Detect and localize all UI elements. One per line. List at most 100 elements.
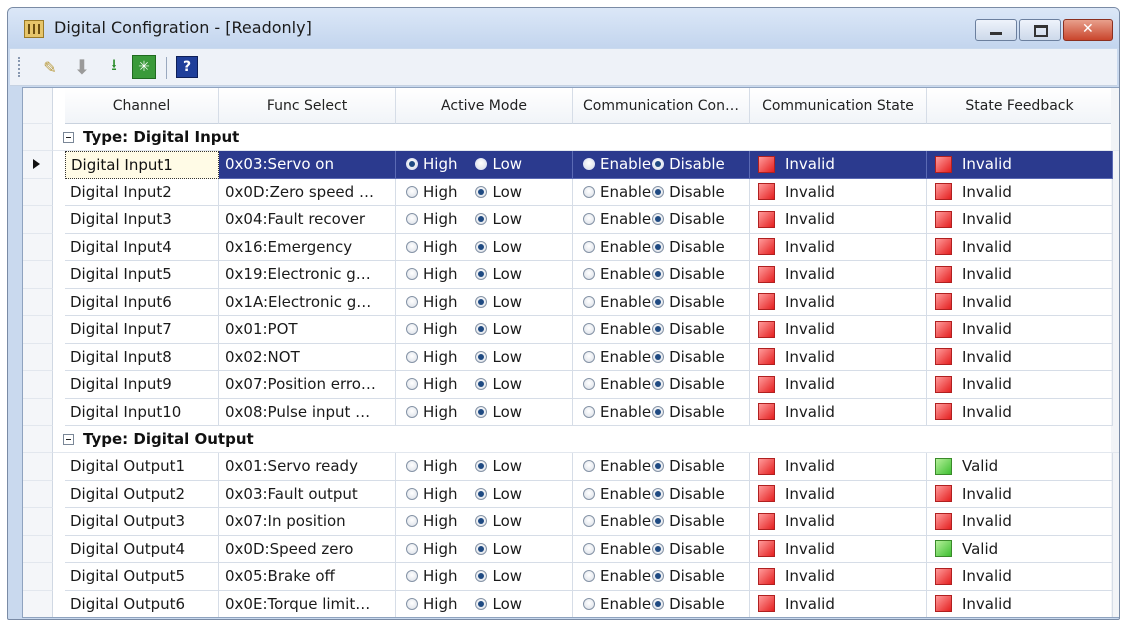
channel-cell[interactable]: Digital Input10 bbox=[65, 398, 219, 426]
column-header-func-select[interactable]: Func Select bbox=[219, 88, 396, 124]
comm-disable-radio[interactable] bbox=[652, 460, 665, 473]
active-low-radio[interactable] bbox=[475, 350, 488, 363]
config-grid[interactable]: Channel Func Select Active Mode Communic… bbox=[22, 87, 1119, 618]
channel-cell[interactable]: Digital Output4 bbox=[65, 535, 219, 563]
minimize-button[interactable] bbox=[975, 19, 1017, 41]
maximize-button[interactable] bbox=[1019, 19, 1061, 41]
row-header[interactable] bbox=[23, 233, 53, 261]
active-high-radio[interactable] bbox=[406, 597, 418, 610]
func-select-cell[interactable]: 0x16:Emergency bbox=[219, 233, 396, 261]
channel-cell[interactable]: Digital Input8 bbox=[65, 343, 219, 371]
table-row[interactable]: Digital Input3 0x04:Fault recover High Low E… bbox=[53, 206, 1119, 234]
active-low-radio[interactable] bbox=[475, 268, 488, 281]
func-select-cell[interactable]: 0x07:In position bbox=[219, 508, 396, 536]
row-header[interactable] bbox=[23, 563, 53, 591]
active-low-radio[interactable] bbox=[475, 295, 488, 308]
comm-disable-radio[interactable] bbox=[652, 515, 665, 528]
active-high-radio[interactable] bbox=[406, 487, 418, 500]
comm-disable-radio[interactable] bbox=[652, 158, 665, 171]
channel-cell[interactable]: Digital Input6 bbox=[65, 288, 219, 316]
func-select-cell[interactable]: 0x0E:Torque limit… bbox=[219, 590, 396, 617]
active-high-radio[interactable] bbox=[406, 405, 418, 418]
comm-enable-radio[interactable] bbox=[583, 295, 595, 308]
table-row[interactable]: Digital Output4 0x0D:Speed zero High Low Ena… bbox=[53, 535, 1119, 563]
comm-disable-radio[interactable] bbox=[652, 378, 665, 391]
active-low-radio[interactable] bbox=[475, 185, 488, 198]
func-select-cell[interactable]: 0x1A:Electronic g… bbox=[219, 288, 396, 316]
table-row[interactable]: Digital Input1 0x03:Servo on High Low Enable… bbox=[53, 151, 1119, 179]
comm-disable-radio[interactable] bbox=[652, 405, 665, 418]
comm-enable-radio[interactable] bbox=[583, 542, 595, 555]
func-select-cell[interactable]: 0x02:NOT bbox=[219, 343, 396, 371]
comm-enable-radio[interactable] bbox=[583, 185, 595, 198]
pencil-edit-icon[interactable]: ✎ bbox=[38, 55, 62, 79]
row-header[interactable] bbox=[23, 288, 53, 316]
func-select-cell[interactable]: 0x01:Servo ready bbox=[219, 453, 396, 481]
table-row[interactable]: Digital Input8 0x02:NOT High Low Enable Disab… bbox=[53, 343, 1119, 371]
active-high-radio[interactable] bbox=[406, 240, 418, 253]
row-header[interactable] bbox=[23, 206, 53, 234]
active-low-radio[interactable] bbox=[475, 460, 488, 473]
channel-cell[interactable]: Digital Input5 bbox=[65, 261, 219, 289]
active-low-radio[interactable] bbox=[475, 378, 488, 391]
active-high-radio[interactable] bbox=[406, 268, 418, 281]
current-row-indicator-icon[interactable] bbox=[23, 151, 53, 179]
active-high-radio[interactable] bbox=[406, 570, 418, 583]
active-low-radio[interactable] bbox=[475, 515, 488, 528]
comm-disable-radio[interactable] bbox=[652, 570, 665, 583]
table-row[interactable]: Digital Input10 0x08:Pulse input … High Low… bbox=[53, 398, 1119, 426]
active-low-radio[interactable] bbox=[475, 487, 488, 500]
column-header-channel[interactable]: Channel bbox=[65, 88, 219, 124]
channel-cell[interactable]: Digital Input1 bbox=[65, 151, 219, 179]
active-low-radio[interactable] bbox=[475, 405, 488, 418]
func-select-cell[interactable]: 0x04:Fault recover bbox=[219, 206, 396, 234]
table-row[interactable]: Digital Input7 0x01:POT High Low Enable Disab… bbox=[53, 316, 1119, 344]
comm-enable-radio[interactable] bbox=[583, 570, 595, 583]
channel-cell[interactable]: Digital Input3 bbox=[65, 206, 219, 234]
comm-enable-radio[interactable] bbox=[583, 460, 595, 473]
channel-cell[interactable]: Digital Output1 bbox=[65, 453, 219, 481]
down-arrow-icon[interactable]: ⬇ bbox=[70, 55, 94, 79]
table-row[interactable]: Digital Input2 0x0D:Zero speed … High Low En… bbox=[53, 178, 1119, 206]
comm-disable-radio[interactable] bbox=[652, 213, 665, 226]
active-low-radio[interactable] bbox=[475, 323, 488, 336]
comm-disable-radio[interactable] bbox=[652, 240, 665, 253]
func-select-cell[interactable]: 0x03:Servo on bbox=[219, 151, 396, 179]
group-row[interactable]: Type: Digital Output bbox=[53, 426, 1119, 453]
active-high-radio[interactable] bbox=[406, 460, 418, 473]
comm-disable-radio[interactable] bbox=[652, 268, 665, 281]
table-row[interactable]: Digital Input5 0x19:Electronic g… High Low E… bbox=[53, 261, 1119, 289]
comm-enable-radio[interactable] bbox=[583, 378, 595, 391]
row-header[interactable] bbox=[23, 343, 53, 371]
func-select-cell[interactable]: 0x07:Position erro… bbox=[219, 371, 396, 399]
row-header[interactable] bbox=[23, 480, 53, 508]
comm-disable-radio[interactable] bbox=[652, 487, 665, 500]
column-header-state-feedback[interactable]: State Feedback bbox=[927, 88, 1113, 124]
func-select-cell[interactable]: 0x19:Electronic g… bbox=[219, 261, 396, 289]
collapse-toggle-icon[interactable] bbox=[63, 132, 74, 143]
row-header[interactable] bbox=[23, 316, 53, 344]
active-low-radio[interactable] bbox=[475, 158, 488, 171]
row-header[interactable] bbox=[23, 590, 53, 617]
table-row[interactable]: Digital Input9 0x07:Position erro… High Low… bbox=[53, 371, 1119, 399]
comm-enable-radio[interactable] bbox=[583, 158, 595, 171]
column-header-communication-control[interactable]: Communication Con… bbox=[573, 88, 750, 124]
export-tray-icon[interactable]: ⭳ bbox=[102, 55, 126, 79]
toolbar-grip[interactable] bbox=[18, 57, 23, 77]
grid-config-icon[interactable]: ✳ bbox=[132, 55, 156, 79]
active-high-radio[interactable] bbox=[406, 542, 418, 555]
comm-disable-radio[interactable] bbox=[652, 542, 665, 555]
row-header[interactable] bbox=[23, 453, 53, 481]
channel-cell[interactable]: Digital Output3 bbox=[65, 508, 219, 536]
active-high-radio[interactable] bbox=[406, 350, 418, 363]
column-header-communication-state[interactable]: Communication State bbox=[750, 88, 927, 124]
column-header-active-mode[interactable]: Active Mode bbox=[396, 88, 573, 124]
channel-cell[interactable]: Digital Input9 bbox=[65, 371, 219, 399]
active-high-radio[interactable] bbox=[406, 213, 418, 226]
row-header[interactable] bbox=[23, 535, 53, 563]
row-header[interactable] bbox=[23, 261, 53, 289]
comm-enable-radio[interactable] bbox=[583, 597, 595, 610]
row-header[interactable] bbox=[23, 508, 53, 536]
comm-disable-radio[interactable] bbox=[652, 185, 665, 198]
active-low-radio[interactable] bbox=[475, 542, 488, 555]
